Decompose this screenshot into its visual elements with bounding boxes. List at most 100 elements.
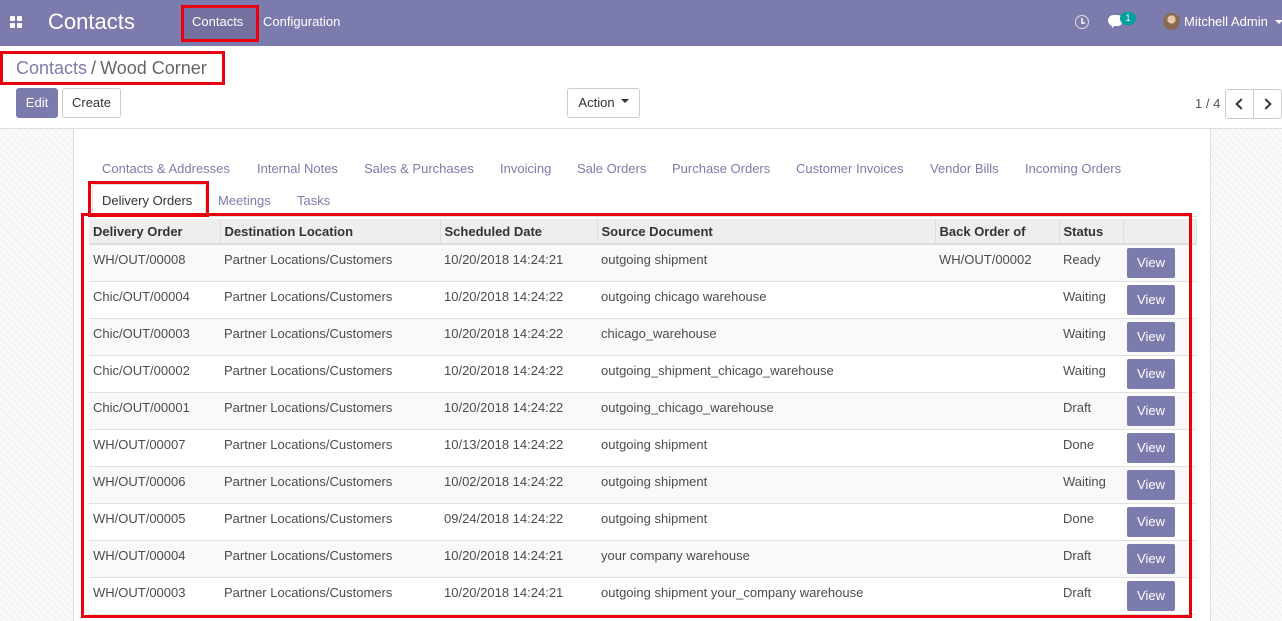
back-order-cell [935,503,1059,540]
tab-vendor-bills[interactable]: Vendor Bills [930,161,999,176]
back-order-cell [935,540,1059,577]
source-document-cell: outgoing shipment [601,252,708,267]
delivery-order-cell: WH/OUT/00005 [93,510,186,526]
source-document-cell: outgoing shipment [601,510,708,526]
create-button[interactable]: Create [62,88,121,118]
table-row[interactable]: WH/OUT/00006 Partner Locations/Customers 1… [89,466,1196,503]
column-header[interactable]: Back Order of [935,219,1060,245]
back-order-cell [935,466,1059,503]
view-button[interactable]: View [1127,358,1175,389]
column-header [1123,219,1197,245]
menu-configuration[interactable]: Configuration [263,14,340,29]
activity-clock-icon[interactable] [1075,15,1089,29]
delivery-order-cell: WH/OUT/00008 [93,252,186,267]
chevron-right-icon [1260,98,1272,110]
table-row[interactable]: Chic/OUT/00002 Partner Locations/Customer… [89,355,1196,392]
menu-contacts[interactable]: Contacts [192,14,243,29]
source-document-cell: your company warehouse [601,547,750,563]
breadcrumb: Contacts / Wood Corner [16,58,207,79]
tab-sales-purchases[interactable]: Sales & Purchases [364,161,474,176]
user-menu-caret-icon[interactable] [1275,20,1282,24]
user-menu[interactable]: Mitchell Admin [1184,14,1268,29]
source-document-cell: outgoing shipment [601,436,708,452]
action-dropdown[interactable]: Action [567,88,640,118]
column-header[interactable]: Status [1059,219,1124,245]
pager-value[interactable]: 1 / 4 [1195,96,1220,111]
delivery-order-cell: WH/OUT/00004 [93,547,186,563]
column-header[interactable]: Destination Location [220,219,441,245]
destination-location-cell: Partner Locations/Customers [224,510,393,526]
app-title: Contacts [48,9,135,34]
pager-previous-button[interactable] [1225,89,1254,119]
tab-invoicing[interactable]: Invoicing [500,161,551,176]
table-row[interactable]: WH/OUT/00003 Partner Locations/Customers 1… [89,577,1196,614]
action-label: Action [578,95,615,110]
back-order-cell [935,281,1059,318]
top-navbar: Contacts Contacts Configuration 1 Mitche… [0,0,1282,46]
view-button[interactable]: View [1127,580,1175,611]
tab-delivery-orders[interactable]: Delivery Orders [102,193,192,208]
edit-button[interactable]: Edit [16,88,58,118]
view-cell: View [1123,318,1196,355]
delivery-order-cell: WH/OUT/00003 [93,584,186,600]
tab-sale-orders[interactable]: Sale Orders [577,161,646,176]
source-document-cell: outgoing_chicago_warehouse [601,399,774,415]
source-document-cell: outgoing shipment your_company warehouse [601,584,864,600]
view-button[interactable]: View [1127,284,1175,315]
table-row[interactable]: WH/OUT/00008 Partner Locations/Customers 1… [89,244,1196,281]
breadcrumb-parent[interactable]: Contacts [16,58,87,78]
delivery-order-cell: Chic/OUT/00003 [93,325,190,341]
delivery-order-cell: Chic/OUT/00002 [93,362,190,378]
view-cell: View [1123,355,1196,392]
destination-location-cell: Partner Locations/Customers [224,325,393,341]
back-order-cell: WH/OUT/00002 [939,252,1032,267]
destination-location-cell: Partner Locations/Customers [224,584,393,600]
destination-location-cell: Partner Locations/Customers [224,399,393,415]
tab-purchase-orders[interactable]: Purchase Orders [672,161,770,176]
tab-meetings[interactable]: Meetings [218,193,271,208]
table-row[interactable]: WH/OUT/00005 Partner Locations/Customers 0… [89,503,1196,540]
table-row[interactable]: Chic/OUT/00004 Partner Locations/Customer… [89,281,1196,318]
tab-internal-notes[interactable]: Internal Notes [257,161,338,176]
column-header[interactable]: Scheduled Date [440,219,598,245]
view-button[interactable]: View [1127,469,1175,500]
breadcrumb-current: Wood Corner [100,58,207,78]
delivery-orders-table: Delivery Order Destination Location Sche… [89,219,1197,615]
pager-next-button[interactable] [1253,89,1282,119]
table-row[interactable]: WH/OUT/00004 Partner Locations/Customers 1… [89,540,1196,577]
view-button[interactable]: View [1127,248,1175,278]
tab-customer-invoices[interactable]: Customer Invoices [796,161,904,176]
view-cell: View [1123,577,1196,614]
back-order-cell [935,392,1059,429]
scheduled-date-cell: 10/20/2018 14:24:21 [444,584,564,600]
table-row[interactable]: WH/OUT/00007 Partner Locations/Customers 1… [89,429,1196,466]
source-document-cell: outgoing_shipment_chicago_warehouse [601,362,834,378]
view-button[interactable]: View [1127,543,1175,574]
view-cell: View [1123,281,1196,318]
back-order-cell [935,355,1059,392]
scheduled-date-cell: 10/20/2018 14:24:22 [444,399,564,415]
status-cell: Draft [1063,547,1092,563]
delivery-order-cell: WH/OUT/00007 [93,436,186,452]
tab-tasks[interactable]: Tasks [297,193,330,208]
view-button[interactable]: View [1127,506,1175,537]
view-button[interactable]: View [1127,321,1175,352]
view-button[interactable]: View [1127,395,1175,426]
delivery-order-cell: Chic/OUT/00004 [93,288,190,304]
table-row[interactable]: Chic/OUT/00001 Partner Locations/Customer… [89,392,1196,429]
scheduled-date-cell: 10/20/2018 14:24:22 [444,288,564,304]
tab-incoming-orders[interactable]: Incoming Orders [1025,161,1121,176]
view-cell: View [1123,540,1196,577]
destination-location-cell: Partner Locations/Customers [224,547,393,563]
user-avatar[interactable] [1163,13,1180,30]
column-header[interactable]: Delivery Order [89,219,221,245]
source-document-cell: outgoing chicago warehouse [601,288,767,304]
view-cell: View [1123,503,1196,540]
column-header[interactable]: Source Document [597,219,936,245]
scheduled-date-cell: 10/13/2018 14:24:22 [444,436,564,452]
view-button[interactable]: View [1127,432,1175,463]
table-header-row: Delivery Order Destination Location Sche… [89,219,1197,245]
tab-contacts-addresses[interactable]: Contacts & Addresses [102,161,230,176]
table-row[interactable]: Chic/OUT/00003 Partner Locations/Customer… [89,318,1196,355]
apps-grid-icon[interactable] [10,16,23,29]
